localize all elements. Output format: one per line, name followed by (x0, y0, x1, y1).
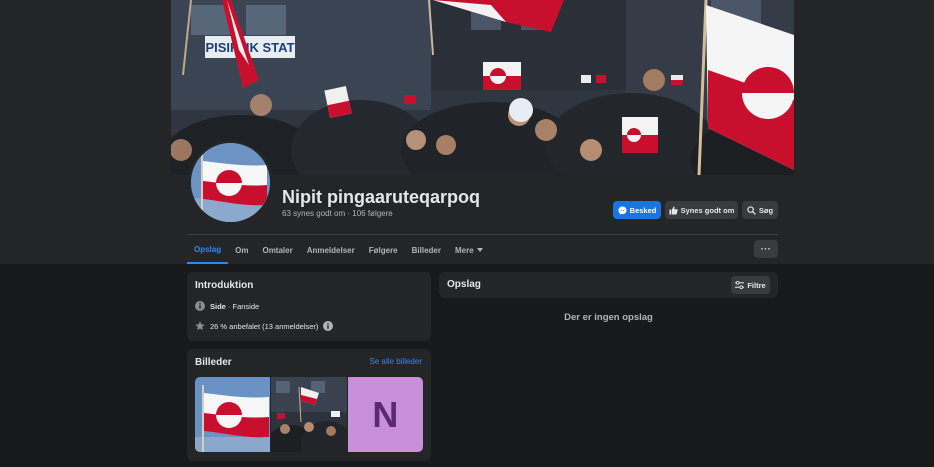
cover-photo[interactable]: PISIFFIK STAT (171, 0, 794, 175)
search-icon (747, 205, 756, 215)
cover-photo-scene: PISIFFIK STAT (171, 0, 794, 175)
filters-button[interactable]: Filtre (731, 276, 770, 294)
photo-thumbnail-letter-n[interactable]: N (347, 377, 423, 452)
tab-mentions-label: Omtaler (262, 245, 293, 255)
tab-more-label: Mere (454, 245, 474, 255)
tab-mentions[interactable]: Omtaler (255, 236, 299, 264)
photo-thumbnail[interactable] (195, 377, 271, 452)
tab-reviews[interactable]: Anmeldelser (300, 236, 362, 264)
tab-followers[interactable]: Følgere (362, 236, 405, 264)
intro-category-name: · Fanside (225, 301, 260, 311)
search-page-button[interactable]: Søg (742, 201, 778, 219)
tab-posts-label: Opslag (194, 244, 222, 254)
tab-photos-label: Billeder (411, 245, 441, 255)
page-stats: 63 synes godt om · 106 følgere (282, 209, 393, 218)
intro-card: Introduktion Side · Fanside 26 % anbefal… (187, 272, 431, 341)
tab-followers-label: Følgere (368, 245, 398, 255)
tab-about-label: Om (235, 245, 249, 255)
photos-card: Billeder Se alle billeder N (187, 349, 431, 461)
photos-title: Billeder (195, 357, 232, 368)
tab-about[interactable]: Om (228, 236, 255, 264)
profile-flag-image (191, 143, 270, 222)
header-divider (187, 234, 778, 235)
profile-picture[interactable] (188, 140, 273, 225)
page-title: Nipit pingaaruteqarpoq (282, 187, 480, 207)
intro-category-row: Side · Fanside (195, 301, 259, 311)
tab-photos[interactable]: Billeder (405, 236, 448, 264)
intro-rating-row: 26 % anbefalet (13 anmeldelser) (195, 321, 334, 331)
rating-info-icon[interactable] (323, 321, 334, 331)
photo-grid: N (195, 377, 423, 452)
tab-posts[interactable]: Opslag (187, 236, 229, 264)
thumbs-up-icon (669, 206, 678, 215)
search-button-label: Søg (758, 205, 774, 215)
see-all-photos-link[interactable]: Se alle billeder (370, 357, 422, 366)
filters-button-label: Filtre (747, 280, 766, 290)
photo-crowd-image (271, 377, 347, 452)
chevron-down-icon (476, 248, 483, 252)
info-icon (195, 301, 205, 311)
cover-sign-text: PISIFFIK STAT (205, 40, 294, 55)
messenger-icon (618, 205, 627, 215)
like-button-label: Synes godt om (680, 205, 735, 215)
posts-header-card: Opslag Filtre (439, 272, 778, 298)
message-button[interactable]: Besked (613, 201, 661, 219)
empty-posts-message: Der er ingen opslag (564, 312, 653, 323)
intro-category-type: Side (210, 301, 226, 311)
filter-icon (735, 281, 745, 289)
intro-title: Introduktion (195, 280, 254, 291)
photo-thumbnail[interactable] (271, 377, 347, 452)
message-button-label: Besked (629, 205, 657, 215)
tab-more[interactable]: Mere (448, 236, 490, 264)
tab-reviews-label: Anmeldelser (306, 245, 355, 255)
photo-flag-image (195, 377, 271, 452)
page-tabs: Opslag Om Omtaler Anmeldelser Følgere Bi… (187, 236, 490, 264)
posts-title: Opslag (447, 279, 481, 290)
star-icon (195, 321, 205, 331)
more-options-button[interactable]: ··· (754, 240, 778, 258)
intro-rating-text: 26 % anbefalet (13 anmeldelser) (210, 321, 319, 331)
like-page-button[interactable]: Synes godt om (665, 201, 738, 219)
